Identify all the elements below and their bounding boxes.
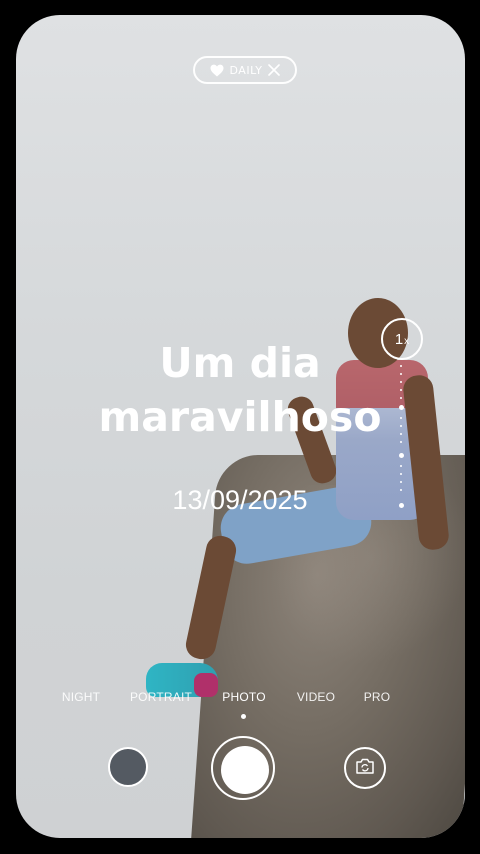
zoom-value: 1 — [394, 330, 404, 348]
mode-portrait[interactable]: PORTRAIT — [130, 690, 192, 704]
zoom-unit: x — [404, 335, 410, 347]
camera-flip-icon — [354, 756, 376, 780]
zoom-button[interactable]: 1x — [381, 318, 423, 360]
camera-mode-bar: NIGHT PORTRAIT PHOTO VIDEO PRO — [0, 690, 480, 708]
mode-night[interactable]: NIGHT — [62, 690, 100, 704]
shutter-button-inner[interactable] — [221, 746, 269, 794]
zoom-slider[interactable] — [399, 365, 404, 515]
mode-pro[interactable]: PRO — [364, 690, 391, 704]
active-mode-indicator — [241, 714, 246, 719]
camera-flip-button[interactable] — [344, 747, 386, 789]
memory-date: 13/09/2025 — [172, 485, 308, 515]
gallery-thumbnail[interactable] — [108, 747, 148, 787]
mode-photo[interactable]: PHOTO — [222, 690, 265, 704]
heart-icon — [210, 64, 224, 77]
close-icon[interactable] — [268, 64, 281, 76]
daily-label: DAILY — [229, 63, 263, 77]
daily-badge[interactable]: DAILY — [193, 56, 297, 84]
mode-video[interactable]: VIDEO — [297, 690, 335, 704]
title-line-2: maravilhoso — [98, 393, 382, 441]
